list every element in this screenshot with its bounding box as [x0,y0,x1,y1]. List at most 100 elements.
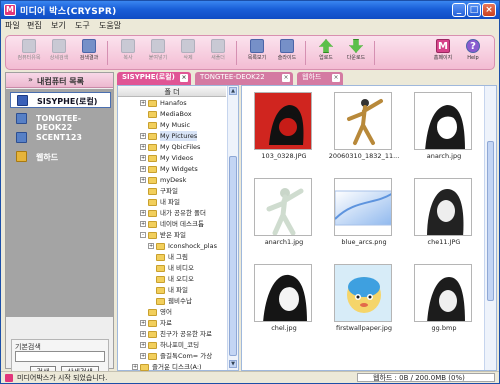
close-button[interactable]: × [482,3,496,17]
toolbar-button-slideshow[interactable]: 슬라이드 [272,38,302,68]
toolbar-button-list-view[interactable]: 목록보기 [242,38,272,68]
folder-tree-item[interactable]: + My Pictures [140,131,224,141]
expand-icon[interactable]: + [140,320,146,326]
thumbnail-image[interactable] [254,178,312,236]
folder-tree-item[interactable]: 내 그림 [148,252,224,262]
folder-tree-item[interactable]: + 즐길톡Com= 가상 [140,351,224,361]
toolbar-button-download[interactable]: 다운로드 [341,38,371,68]
thumbnail-item[interactable]: blue_arcs.png [326,175,398,260]
thumbnail-item[interactable]: anarch.jpg [406,89,478,174]
folder-tree-item[interactable]: 구파일 [140,186,224,196]
folder-tree-item[interactable]: + My Widgets [140,164,224,174]
menu-edit[interactable]: 편집 [27,20,42,31]
thumbnail-image[interactable] [414,178,472,236]
app-window: M 미디어 박스(CRYSPR) _ □ × 파일 편집 보기 도구 도움말 컴… [0,0,500,384]
folder-tree-item[interactable]: MediaBox [140,109,224,119]
thumbnail-item[interactable]: anarch1.jpg [246,175,318,260]
title-bar[interactable]: M 미디어 박스(CRYSPR) _ □ × [1,1,499,19]
menu-tools[interactable]: 도구 [75,20,90,31]
computer-list-item[interactable]: SISYPHE(로컬) [10,92,111,108]
home-button[interactable]: M 홈페이지 [428,38,458,68]
menu-view[interactable]: 보기 [51,20,66,31]
thumbnail-image[interactable] [334,92,392,150]
expand-icon[interactable]: + [140,221,146,227]
expand-icon[interactable]: + [140,353,146,359]
folder-tree-item[interactable]: + My QbicFiles [140,142,224,152]
folder-tree-scroll-thumb[interactable] [229,156,237,356]
expand-icon[interactable]: + [140,133,146,139]
folder-tree-item[interactable]: My Music [140,120,224,130]
thumbnail-image[interactable] [414,264,472,322]
folder-tree-item[interactable]: + myDesk [140,175,224,185]
expand-icon[interactable]: + [140,177,146,183]
expand-icon[interactable]: + [148,243,154,249]
folder-tree-item[interactable]: + 내가 공유한 폴더 [140,208,224,218]
menu-file[interactable]: 파일 [5,20,20,31]
thumbnail-item[interactable]: che11.JPG [406,175,478,260]
folder-tree-scrollbar[interactable]: ▲ ▼ [227,86,238,370]
expand-icon[interactable]: + [140,342,146,348]
tab-computer[interactable]: 웹하드 × [297,72,343,85]
folder-tree-item[interactable]: + Hanafos [140,98,224,108]
collapse-icon[interactable]: - [140,232,146,238]
folder-tree-item[interactable]: - 받은 파일 [140,230,224,240]
folder-tree-item[interactable]: 웹비수납 [148,296,224,306]
computer-list-header[interactable]: » 내컴퓨터 목록 [6,73,113,88]
toolbar-button-upload[interactable]: 업로드 [311,38,341,68]
maximize-button[interactable]: □ [467,3,481,17]
thumbnail-image[interactable] [414,92,472,150]
toolbar-button-delete[interactable]: 삭제 [173,38,203,68]
thumbnail-scroll-thumb[interactable] [487,141,494,301]
thumbnail-item[interactable]: 20060310_1832_11... [326,89,399,174]
thumbnail-item[interactable]: firstwallpaper.jpg [326,261,398,346]
computer-list-item[interactable]: SCENT123 [10,130,111,146]
thumbnail-image[interactable] [334,178,392,236]
tab-close-icon[interactable]: × [282,74,290,82]
computer-list-item[interactable]: 웹하드 [10,149,111,165]
folder-tree-item[interactable]: 내 파일 [140,197,224,207]
folder-tree-item[interactable]: + 하나포미_코딩 [140,340,224,350]
thumbnail-item[interactable]: gg.bmp [406,261,478,346]
toolbar-button-computer[interactable]: 컴퓨터유목 [14,38,44,68]
thumbnail-item[interactable]: 103_0328.JPG [246,89,318,174]
scroll-up-arrow-icon[interactable]: ▲ [229,87,237,95]
expand-icon[interactable]: + [140,331,146,337]
expand-icon[interactable]: + [140,155,146,161]
toolbar-button-new-folder[interactable]: 새폴더 [203,38,233,68]
minimize-button[interactable]: _ [452,3,466,17]
folder-tree-item[interactable]: 내 비디오 [148,263,224,273]
computer-list-item[interactable]: TONGTEE-DEOK22 [10,111,111,132]
toolbar-button-copy[interactable]: 복사 [113,38,143,68]
folder-tree-item[interactable]: 영어 [140,307,224,317]
folder-tree-item[interactable]: + Iconshock_plas [148,241,224,251]
folder-tree-item[interactable]: 내 오디오 [148,274,224,284]
folder-tree-item-label: 하나포미_코딩 [160,341,200,349]
thumbnail-image[interactable] [334,264,392,322]
thumbnail-image[interactable] [254,264,312,322]
expand-icon[interactable]: + [140,144,146,150]
toolbar-button-results[interactable]: 검색결과 [74,38,104,68]
expand-icon[interactable]: + [140,100,146,106]
tab-computer[interactable]: SISYPHE(로컬) × [117,72,191,85]
tab-close-icon[interactable]: × [332,74,340,82]
folder-icon [148,144,157,151]
thumbnail-image[interactable] [254,92,312,150]
folder-tree-item[interactable]: 내 파일 [148,285,224,295]
folder-tree-item[interactable]: + 친구가 공유한 자료 [140,329,224,339]
toolbar-button-paste[interactable]: 붙여넣기 [143,38,173,68]
search-input[interactable] [15,351,105,362]
tab-computer[interactable]: TONGTEE-DEOK22 × [195,72,293,85]
folder-tree-item[interactable]: + 자료 [140,318,224,328]
toolbar-button-search[interactable]: 상세검색 [44,38,74,68]
menu-help[interactable]: 도움말 [99,20,121,31]
expand-icon[interactable]: + [132,364,138,370]
tab-close-icon[interactable]: × [180,74,188,82]
help-button[interactable]: ? Help [458,38,488,68]
thumbnail-scrollbar[interactable] [484,86,496,370]
thumbnail-item[interactable]: chel.jpg [246,261,318,346]
expand-icon[interactable]: + [140,166,146,172]
scroll-down-arrow-icon[interactable]: ▼ [229,360,237,368]
folder-tree-item[interactable]: + My Videos [140,153,224,163]
folder-tree-item[interactable]: + 네이버 데스크톱 [140,219,224,229]
expand-icon[interactable]: + [140,210,146,216]
